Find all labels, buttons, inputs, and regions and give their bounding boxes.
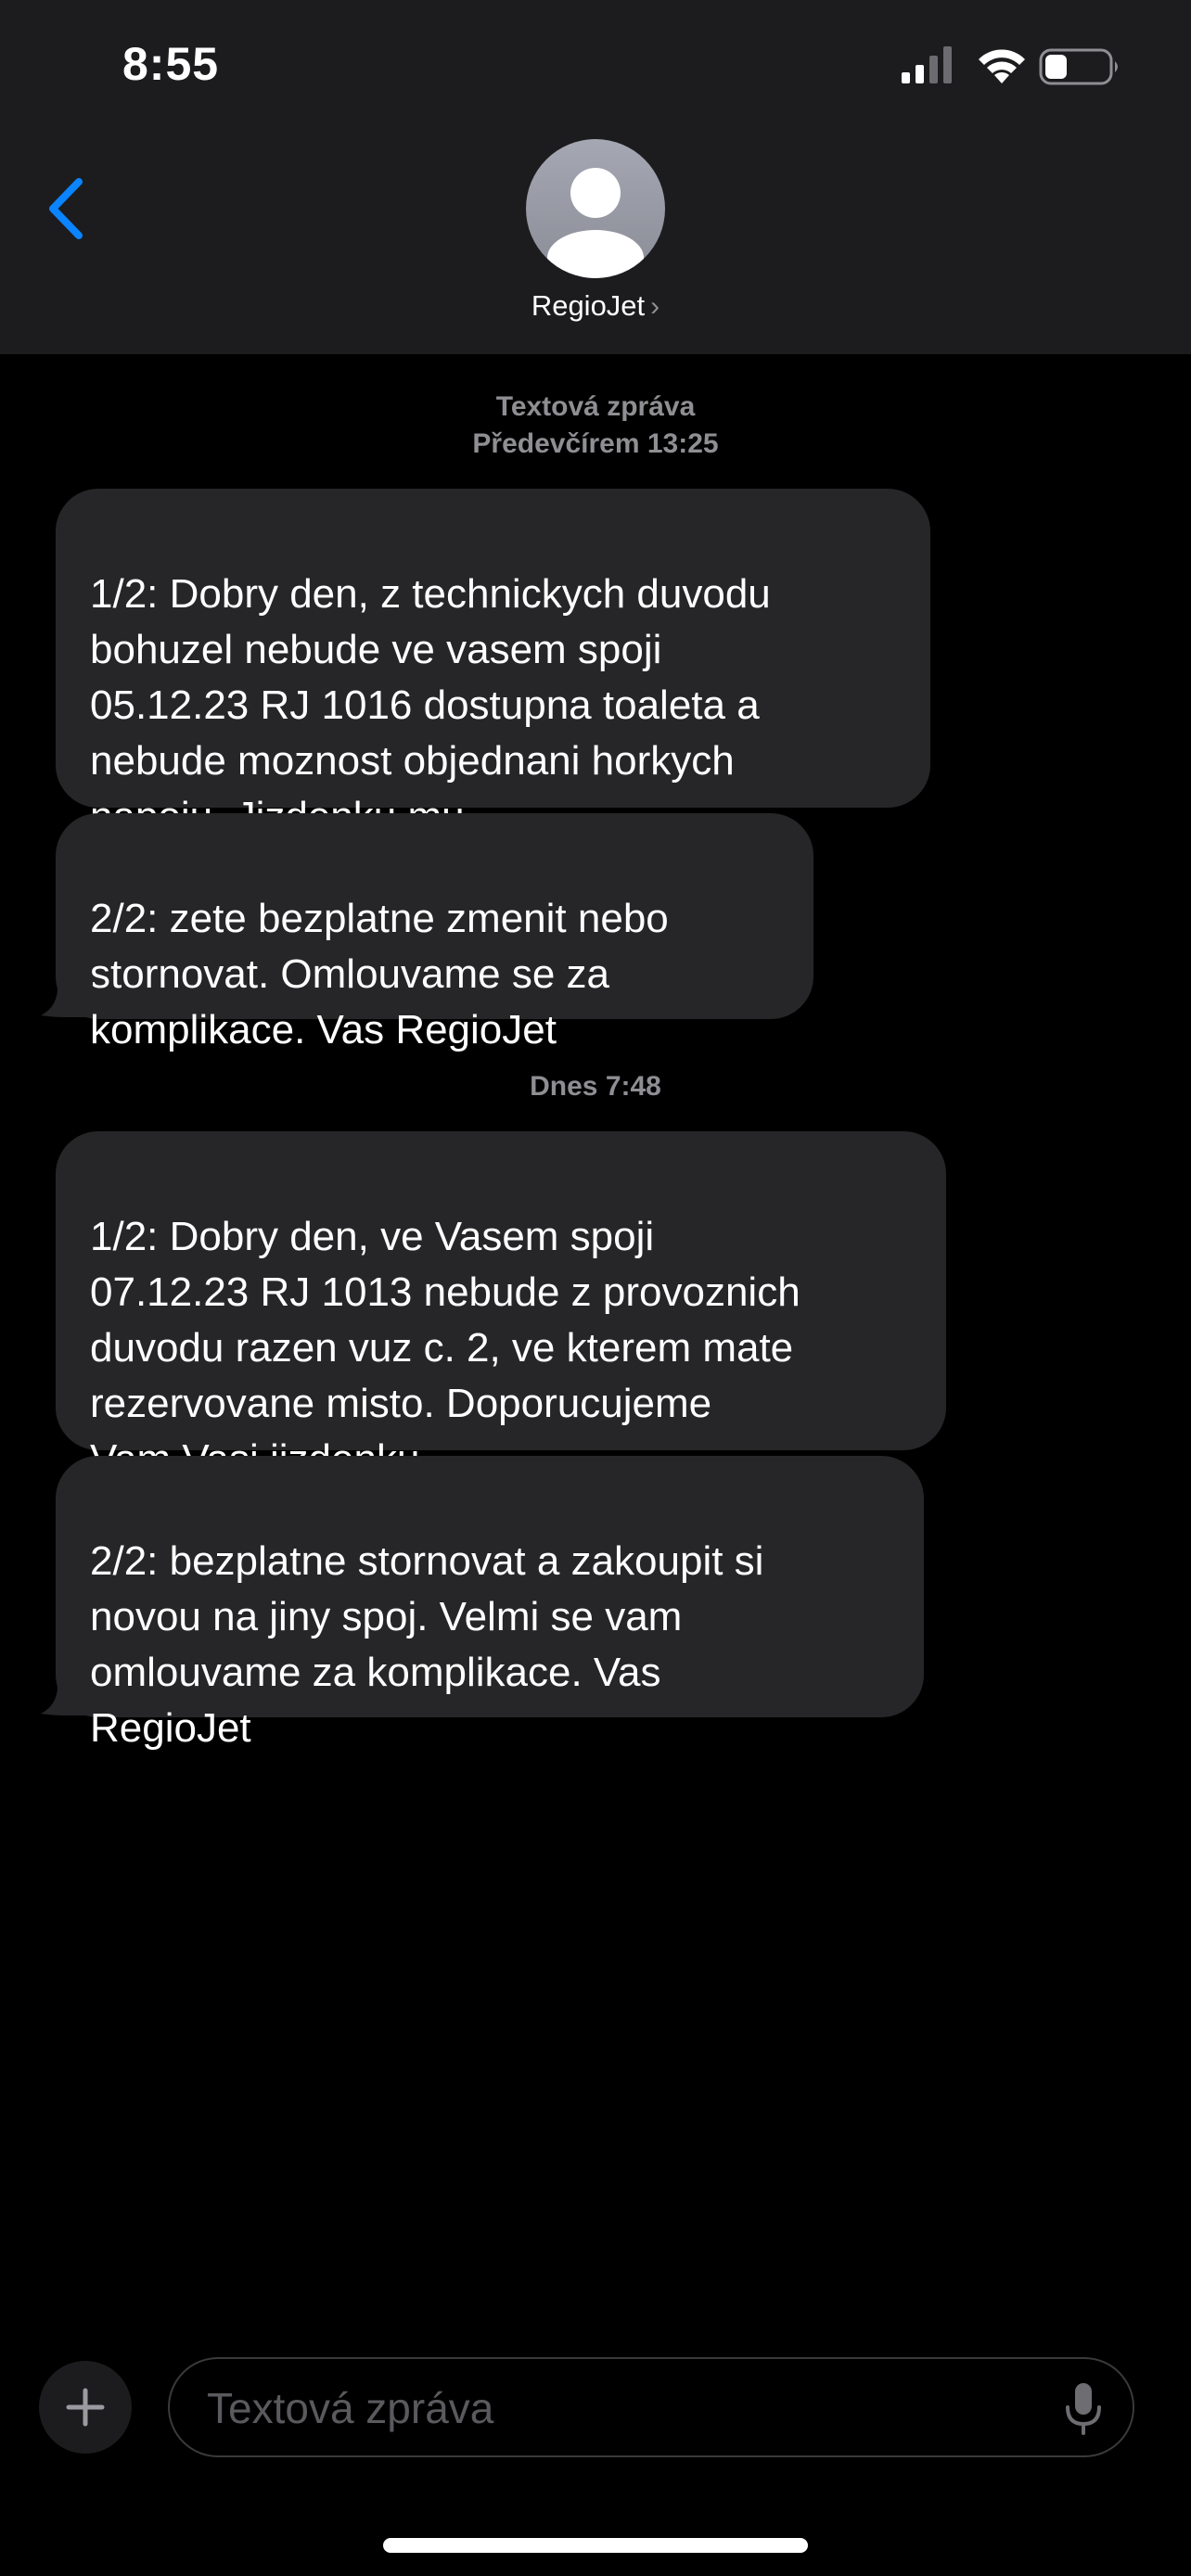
message-text: 1/2: Dobry den, ve Vasem spoji 07.12.23 … — [90, 1214, 800, 1482]
message-timestamp-group: Textová zpráva Předevčírem 13:25 — [0, 389, 1191, 463]
message-text: 1/2: Dobry den, z technickych duvodu boh… — [90, 571, 771, 839]
contact-avatar[interactable] — [526, 139, 665, 278]
contact-name-button[interactable]: RegioJet › — [0, 289, 1191, 323]
message-timestamp-group: Dnes 7:48 — [0, 1068, 1191, 1105]
cellular-signal-icon — [902, 46, 952, 83]
message-type-label: Textová zpráva — [495, 391, 696, 422]
plus-icon — [66, 2388, 105, 2427]
message-bubble[interactable]: 2/2: zete bezplatne zmenit nebo stornova… — [56, 813, 813, 1052]
wifi-icon — [979, 49, 1025, 83]
person-silhouette-icon — [547, 168, 644, 278]
message-input-container[interactable] — [168, 2357, 1134, 2457]
status-time: 8:55 — [122, 38, 220, 90]
message-bubble[interactable]: 1/2: Dobry den, z technickych duvodu boh… — [56, 489, 930, 839]
conversation-header: 8:55 RegioJet › — [0, 0, 1191, 354]
back-button[interactable] — [33, 167, 98, 250]
battery-icon — [1039, 48, 1118, 85]
chevron-right-icon: › — [650, 291, 660, 322]
message-text: 2/2: zete bezplatne zmenit nebo stornova… — [90, 896, 669, 1052]
status-icons — [900, 45, 1122, 91]
message-bubble[interactable]: 1/2: Dobry den, ve Vasem spoji 07.12.23 … — [56, 1131, 946, 1482]
message-date: Předevčírem 13:25 — [472, 428, 719, 459]
microphone-icon[interactable] — [1060, 2381, 1107, 2437]
message-bubble[interactable]: 2/2: bezplatne stornovat a zakoupit si n… — [56, 1456, 924, 1751]
bubble-tail — [41, 982, 93, 1017]
bubble-tail — [41, 1680, 93, 1715]
message-date: Dnes 7:48 — [530, 1071, 661, 1102]
home-indicator[interactable] — [383, 2538, 808, 2553]
chevron-left-icon — [49, 178, 83, 239]
message-input[interactable] — [205, 2378, 1025, 2439]
message-text: 2/2: bezplatne stornovat a zakoupit si n… — [90, 1538, 764, 1751]
contact-name: RegioJet — [531, 289, 646, 322]
add-attachment-button[interactable] — [39, 2361, 132, 2454]
